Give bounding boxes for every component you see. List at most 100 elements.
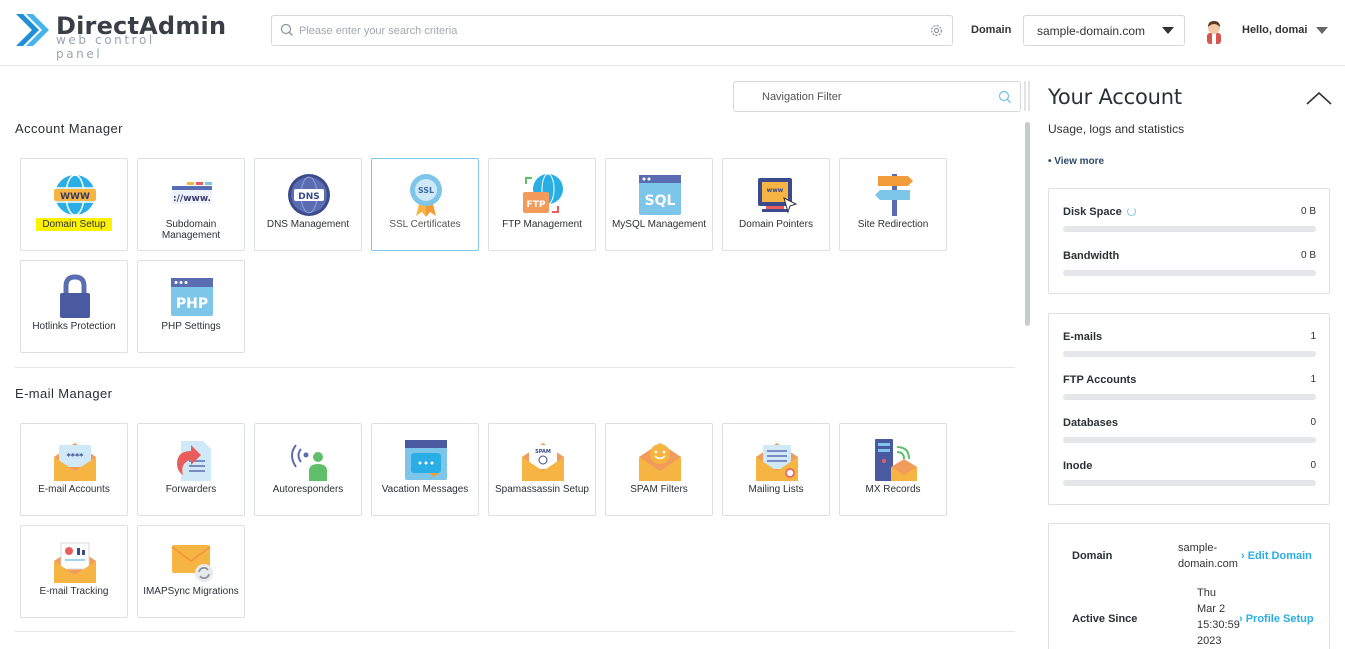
svg-text:www: www [767, 187, 784, 194]
smiley-envelope-icon [639, 443, 681, 481]
mailing-list-envelope-icon [756, 443, 798, 481]
directadmin-logo[interactable]: DirectAdmin web control panel [14, 11, 226, 61]
tile-label: Hotlinks Protection [32, 321, 116, 332]
edit-domain-link[interactable]: › Edit Domain [1241, 550, 1312, 562]
logo-chevron-icon [16, 14, 49, 46]
ftp-folder-icon: FTP [523, 173, 563, 213]
active-since-value: Thu Mar 2 15:30:59 2023 [1197, 585, 1240, 649]
tile-spamassassin-setup[interactable]: SPAM Spamassassin Setup [488, 423, 596, 516]
tile-label: E-mail Accounts [38, 484, 110, 495]
svg-text:****: **** [67, 452, 85, 461]
logo-subtitle: web control panel [56, 33, 155, 61]
domain-info-value-line: domain.com [1178, 558, 1238, 570]
tile-label: IMAPSync Migrations [143, 586, 239, 597]
stat-value: 0 [1310, 460, 1316, 471]
tile-autoresponders[interactable]: Autoresponders [254, 423, 362, 516]
tile-label: E-mail Tracking [39, 586, 109, 597]
tile-hotlinks-protection[interactable]: Hotlinks Protection [20, 260, 128, 353]
progress-bar [1063, 437, 1316, 443]
counts-card: E-mails 1 FTP Accounts 1 Databases 0 Ino… [1048, 313, 1330, 505]
tile-label: Spamassassin Setup [495, 484, 589, 495]
tile-label: Site Redirection [857, 219, 929, 230]
domain-select[interactable]: sample-domain.com [1023, 15, 1185, 46]
tile-mailing-lists[interactable]: Mailing Lists [722, 423, 830, 516]
tile-label: SPAM Filters [630, 484, 688, 495]
tile-mx-records[interactable]: MX Records [839, 423, 947, 516]
svg-text:DNS: DNS [298, 192, 320, 202]
tile-label: Vacation Messages [381, 484, 469, 495]
chevron-up-icon[interactable] [1306, 91, 1332, 105]
padlock-icon [60, 274, 90, 318]
sidebar-title: Your Account [1048, 85, 1182, 109]
stat-value: 1 [1310, 374, 1316, 385]
domain-info-value-line: sample- [1178, 542, 1218, 554]
spam-envelope-icon: SPAM [522, 443, 564, 481]
tile-label: Domain Pointers [739, 219, 813, 230]
main-scrollbar[interactable] [1025, 122, 1030, 326]
search-icon [280, 23, 293, 36]
tile-label-highlighted: Domain Setup [36, 218, 112, 231]
tile-mysql-management[interactable]: SQL MySQL Management [605, 158, 713, 251]
active-since-line: 2023 [1197, 635, 1222, 647]
active-since-line: Thu [1197, 587, 1216, 599]
server-mail-icon [875, 439, 917, 481]
tile-imapsync-migrations[interactable]: IMAPSync Migrations [137, 525, 245, 618]
navigation-filter[interactable]: Navigation Filter [733, 81, 1021, 112]
section-divider [15, 631, 1015, 632]
signpost-icon [875, 174, 913, 216]
stat-value: 1 [1310, 331, 1316, 342]
panel-resize-handle[interactable] [1024, 81, 1026, 111]
svg-text:SSL: SSL [418, 186, 434, 195]
tile-ftp-management[interactable]: FTP FTP Management [488, 158, 596, 251]
tile-domain-pointers[interactable]: www Domain Pointers [722, 158, 830, 251]
tile-label: PHP Settings [161, 321, 221, 332]
broadcast-person-icon [291, 444, 327, 481]
tile-email-tracking[interactable]: E-mail Tracking [20, 525, 128, 618]
tile-php-settings[interactable]: PHP PHP Settings [137, 260, 245, 353]
section-title-account-manager: Account Manager [15, 121, 123, 136]
section-title-email-manager: E-mail Manager [15, 386, 113, 401]
tile-subdomain-management[interactable]: ://www. Subdomain Management [137, 158, 245, 251]
active-since-label: Active Since [1072, 613, 1138, 625]
forward-arrow-icon [177, 441, 211, 481]
user-avatar[interactable] [1202, 18, 1226, 44]
loading-spinner-icon [1126, 207, 1136, 216]
tile-dns-management[interactable]: DNS DNS Management [254, 158, 362, 251]
tile-ssl-certificates[interactable]: SSL SSL Certificates [371, 158, 479, 251]
tile-label: Autoresponders [272, 484, 344, 495]
stat-name: FTP Accounts [1063, 374, 1137, 386]
tile-label: MySQL Management [611, 219, 707, 230]
tile-label: Domain Setup [23, 218, 125, 231]
usage-card: Disk Space 0 B Bandwidth 0 B [1048, 188, 1330, 294]
search-input[interactable] [299, 21, 919, 41]
profile-setup-link[interactable]: › Profile Setup [1239, 613, 1314, 625]
tile-email-accounts[interactable]: **** E-mail Accounts [20, 423, 128, 516]
stat-name-text: Disk Space [1063, 206, 1122, 218]
svg-text:SQL: SQL [645, 193, 676, 209]
svg-text:FTP: FTP [527, 200, 546, 210]
tile-vacation-messages[interactable]: Vacation Messages [371, 423, 479, 516]
top-header: DirectAdmin web control panel Domain sam… [0, 0, 1345, 66]
search-settings-gear-icon[interactable] [929, 23, 944, 38]
vacation-window-icon [405, 440, 447, 480]
tile-label: MX Records [865, 484, 921, 495]
user-menu-chevron-icon[interactable] [1316, 27, 1328, 34]
active-since-line: 15:30:59 [1197, 619, 1240, 631]
tile-spam-filters[interactable]: SPAM Filters [605, 423, 713, 516]
progress-bar [1063, 226, 1316, 232]
global-search [271, 15, 953, 46]
progress-bar [1063, 394, 1316, 400]
chevron-down-icon [1162, 27, 1174, 34]
tile-forwarders[interactable]: Forwarders [137, 423, 245, 516]
tile-site-redirection[interactable]: Site Redirection [839, 158, 947, 251]
domain-pointer-icon: www [758, 178, 798, 214]
section-divider [15, 367, 1015, 368]
panel-resize-handle[interactable] [1028, 81, 1030, 111]
stat-name: Bandwidth [1063, 250, 1120, 262]
view-more-link[interactable]: • View more [1048, 156, 1104, 167]
user-greeting[interactable]: Hello, domai [1242, 24, 1307, 36]
svg-text:PHP: PHP [176, 296, 208, 312]
tile-domain-setup[interactable]: WWW Domain Setup [20, 158, 128, 251]
tile-label: Mailing Lists [748, 484, 804, 495]
domain-label: Domain [971, 24, 1012, 36]
